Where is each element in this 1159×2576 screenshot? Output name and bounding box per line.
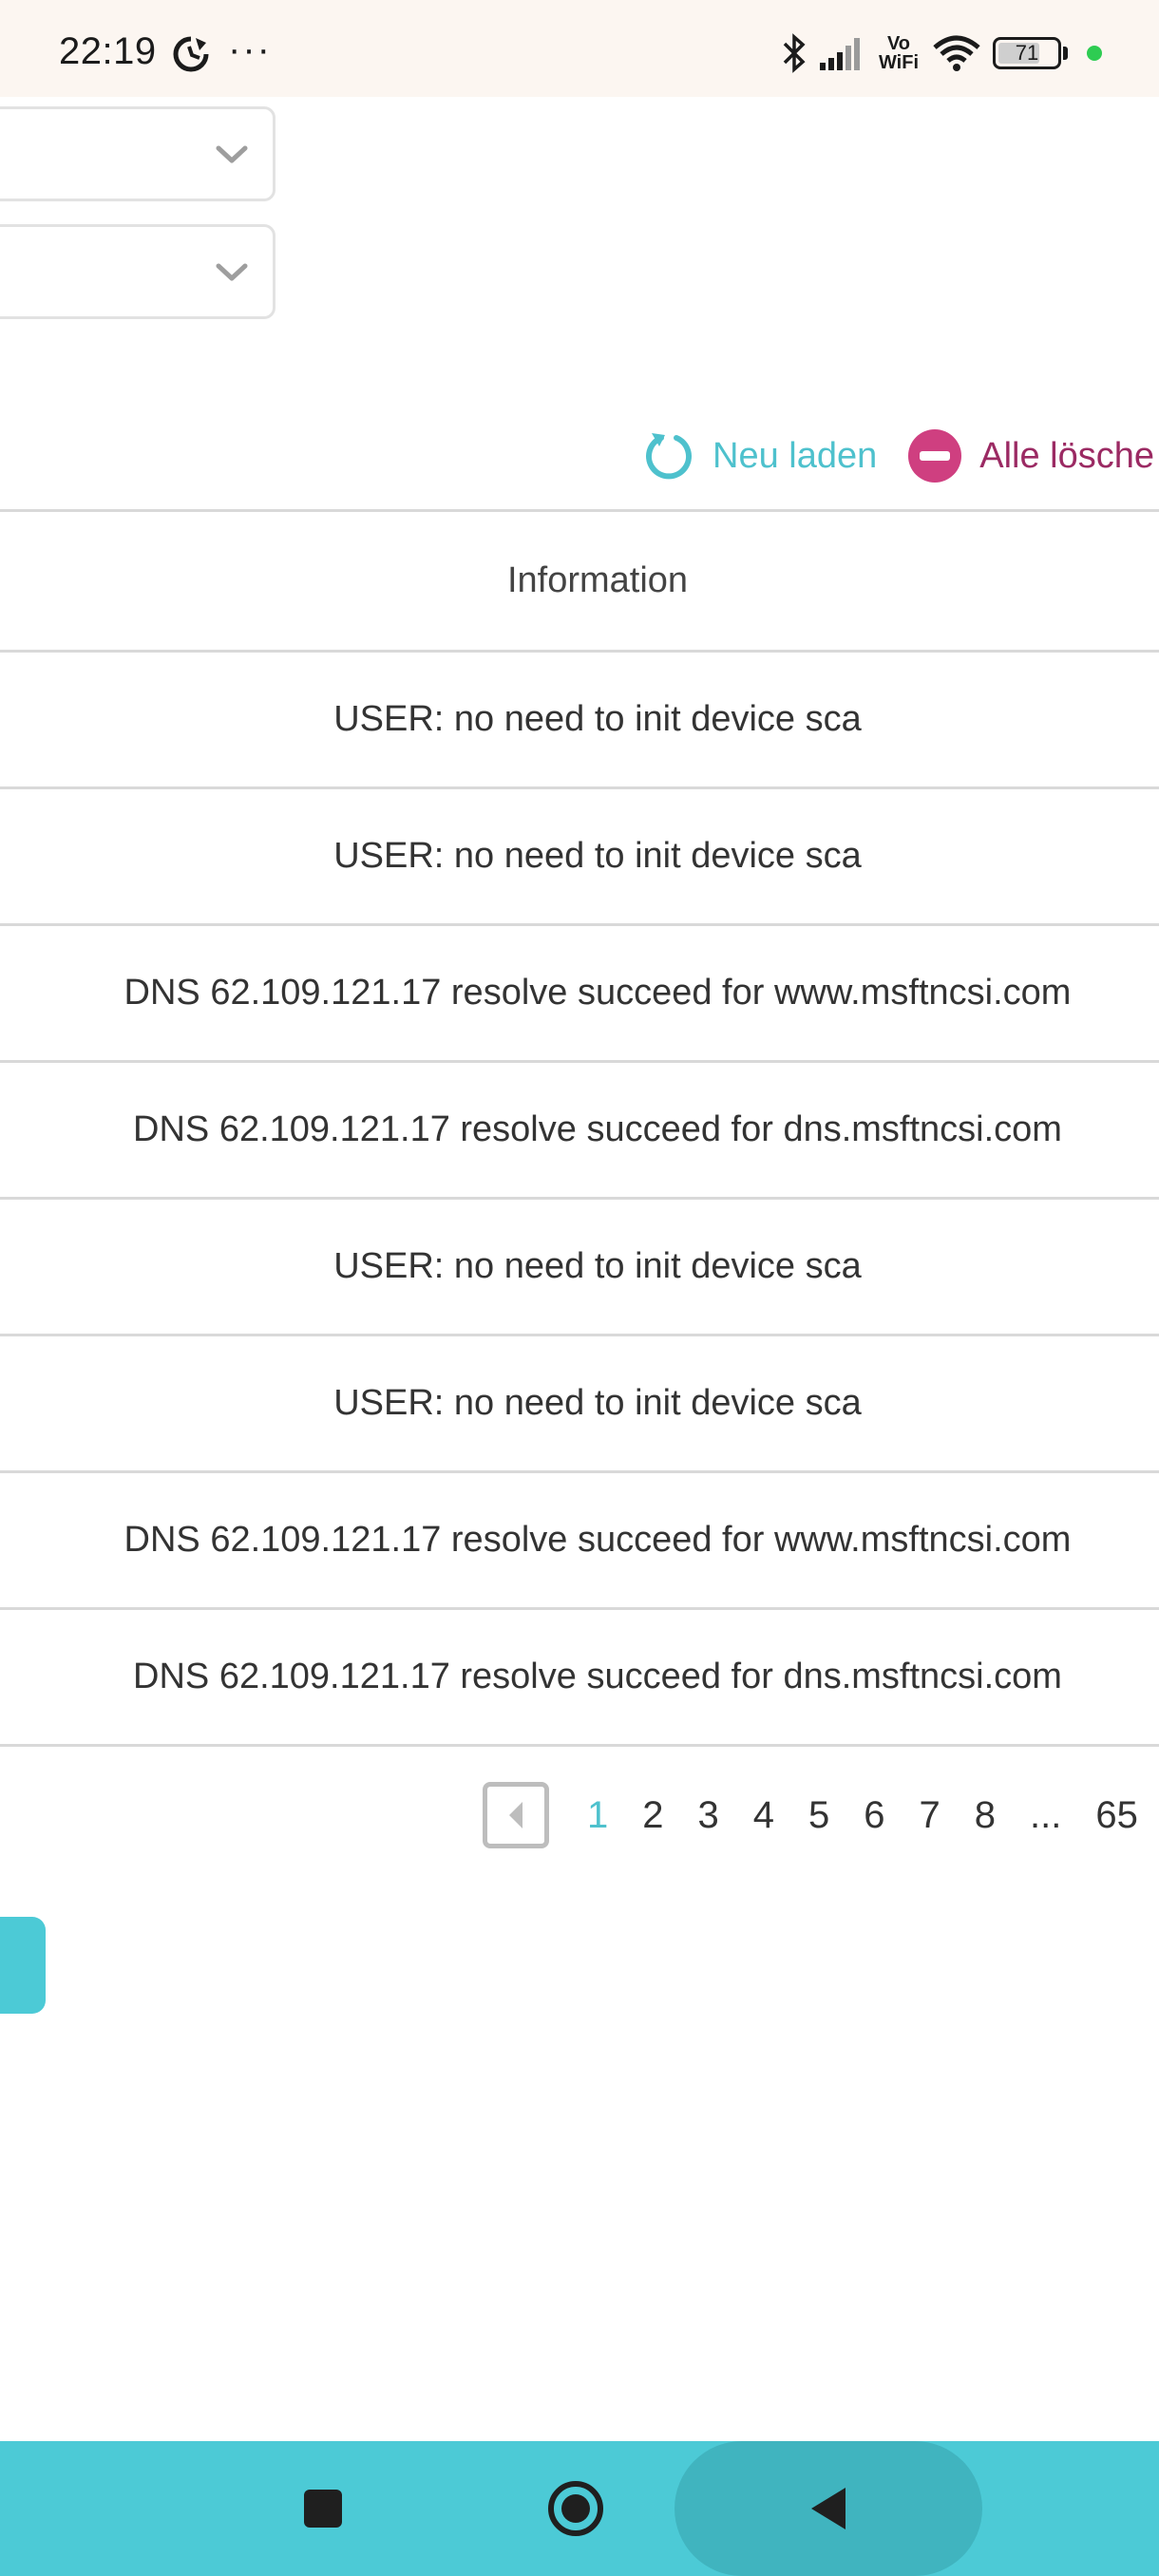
log-table: Information USER: no need to init device… xyxy=(0,509,1159,1747)
reload-button[interactable]: Neu laden xyxy=(642,429,877,483)
page-link-2[interactable]: 2 xyxy=(642,1794,663,1837)
table-row: DNS 62.109.121.17 resolve succeed for dn… xyxy=(133,1657,1062,1696)
log-actions: Neu laden Alle lösche xyxy=(642,418,1154,494)
bluetooth-icon xyxy=(783,33,806,73)
column-header-information: Information xyxy=(506,560,689,600)
reload-label: Neu laden xyxy=(712,435,878,476)
page: 22:19 ··· Vo WiFi 71 Neu laden Alle lösc… xyxy=(0,0,1159,2576)
page-ellipsis: ... xyxy=(1030,1793,1062,1836)
status-bar: 22:19 ··· Vo WiFi 71 xyxy=(0,0,1159,97)
page-link-4[interactable]: 4 xyxy=(753,1794,774,1837)
filter-select-2[interactable] xyxy=(0,224,276,319)
page-link-7[interactable]: 7 xyxy=(920,1794,940,1837)
vowifi-icon: Vo WiFi xyxy=(878,33,920,73)
battery-icon: 71 xyxy=(993,37,1061,69)
page-link-8[interactable]: 8 xyxy=(975,1794,996,1837)
back-button[interactable] xyxy=(674,2441,982,2576)
page-link-3[interactable]: 3 xyxy=(698,1794,719,1837)
battery-level: 71 xyxy=(1015,41,1039,65)
battery-tip xyxy=(1063,47,1068,60)
chevron-down-icon xyxy=(216,145,248,163)
wifi-icon xyxy=(933,35,980,71)
status-icons: Vo WiFi 71 xyxy=(782,27,1102,80)
table-row: USER: no need to init device sca xyxy=(333,1383,862,1423)
system-nav-bar xyxy=(0,2441,1159,2576)
table-row: USER: no need to init device sca xyxy=(333,1246,862,1286)
table-row: USER: no need to init device sca xyxy=(333,699,862,739)
page-link-6[interactable]: 6 xyxy=(864,1794,884,1837)
delete-all-label: Alle lösche xyxy=(979,435,1155,476)
page-link-5[interactable]: 5 xyxy=(808,1794,829,1837)
partial-action-button[interactable] xyxy=(0,1917,46,2014)
page-link-1[interactable]: 1 xyxy=(587,1794,608,1837)
table-row: USER: no need to init device sca xyxy=(333,836,862,876)
privacy-indicator-dot xyxy=(1087,46,1102,61)
sync-icon xyxy=(173,36,209,72)
back-triangle-icon xyxy=(811,2488,846,2529)
chevron-left-icon xyxy=(509,1802,522,1828)
more-notifications-icon: ··· xyxy=(228,28,272,70)
minus-circle-icon xyxy=(908,429,962,483)
table-row: DNS 62.109.121.17 resolve succeed for ww… xyxy=(124,1520,1072,1560)
table-row: DNS 62.109.121.17 resolve succeed for ww… xyxy=(124,973,1072,1013)
delete-all-button[interactable]: Alle lösche xyxy=(907,428,1154,483)
square-icon xyxy=(304,2490,342,2528)
table-row: DNS 62.109.121.17 resolve succeed for dn… xyxy=(133,1109,1062,1149)
chevron-down-icon xyxy=(216,263,248,281)
recents-button[interactable] xyxy=(285,2441,361,2576)
table-divider xyxy=(0,1744,1159,1747)
home-button[interactable] xyxy=(538,2441,614,2576)
refresh-icon xyxy=(646,433,692,480)
signal-icon xyxy=(820,38,860,70)
filter-select-1[interactable] xyxy=(0,106,276,201)
page-link-65[interactable]: 65 xyxy=(1095,1794,1138,1837)
pagination: 1 2 3 4 5 6 7 8 ... 65 xyxy=(483,1782,1159,1848)
status-time: 22:19 xyxy=(59,30,157,72)
previous-page-button[interactable] xyxy=(483,1782,549,1848)
home-circle-icon xyxy=(548,2481,603,2536)
